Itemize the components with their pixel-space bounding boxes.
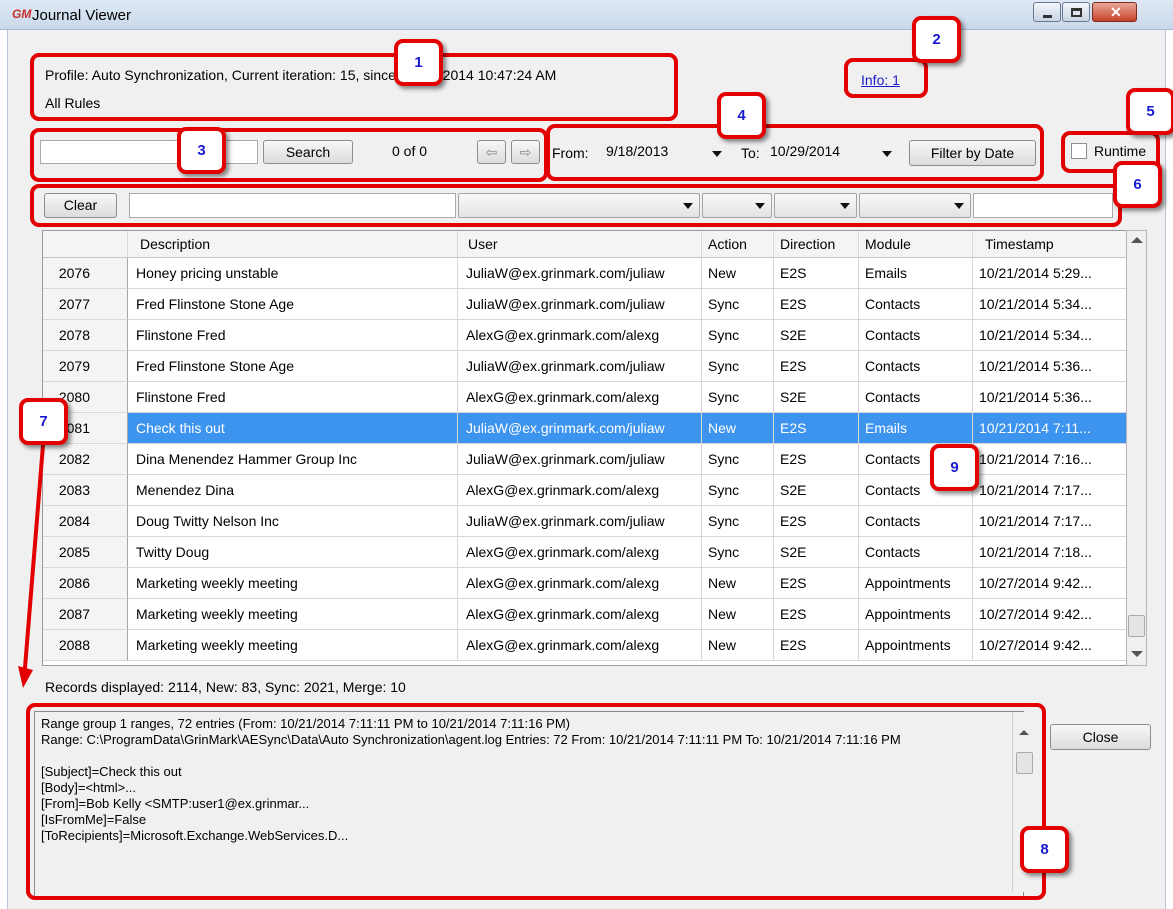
callout-badge-5: 5 [1126,88,1173,135]
callout-badge-6: 6 [1113,161,1162,208]
callout-badge-1: 1 [394,39,443,86]
callout-7-arrow [18,444,45,688]
callout-badge-8: 8 [1020,826,1069,873]
callout-badge-2: 2 [912,16,961,63]
callout-badge-9: 9 [930,444,979,491]
callout-badge-7: 7 [19,398,68,445]
callout-badge-4: 4 [717,92,766,139]
callout-badge-3: 3 [177,127,226,174]
